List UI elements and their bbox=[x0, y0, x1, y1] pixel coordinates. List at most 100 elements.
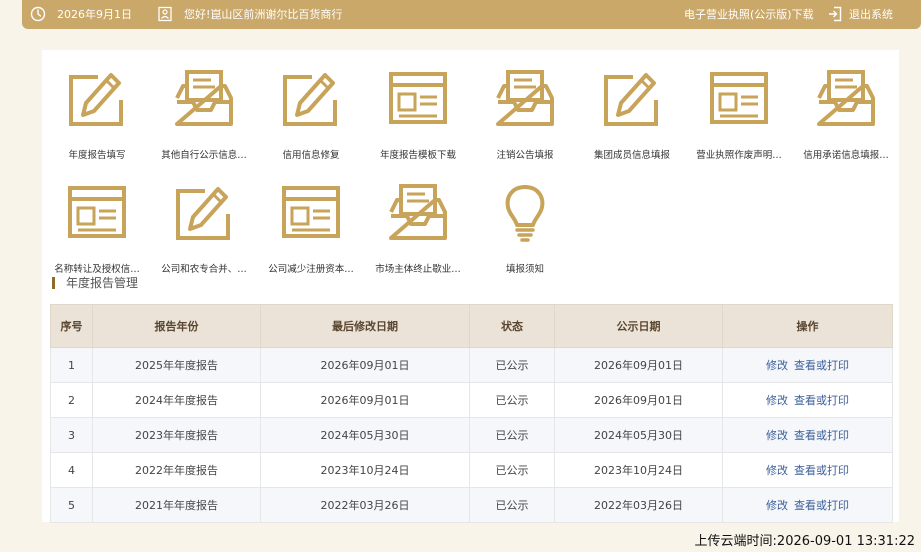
inbox-tray-icon bbox=[175, 70, 233, 126]
table-row: 4 2022年年度报告 2023年10月24日 已公示 2023年10月24日 … bbox=[50, 452, 893, 488]
edit-form-icon bbox=[604, 70, 661, 126]
col-header-actions: 操作 bbox=[722, 304, 893, 348]
col-header-status: 状态 bbox=[469, 304, 555, 348]
cell-modified: 2024年05月30日 bbox=[260, 417, 470, 453]
cell-no: 3 bbox=[50, 417, 93, 453]
tile-label: 公司减少注册资本… bbox=[268, 264, 354, 275]
tile-capital-reduction[interactable]: 公司减少注册资本… bbox=[256, 184, 366, 284]
view-print-link[interactable]: 查看或打印 bbox=[794, 464, 849, 477]
cell-published: 2024年05月30日 bbox=[554, 417, 723, 453]
tile-label: 其他自行公示信息… bbox=[161, 150, 247, 161]
annual-report-section-title: 年度报告管理 bbox=[52, 276, 138, 290]
browser-form-icon bbox=[710, 72, 768, 124]
tile-credit-repair[interactable]: 信用信息修复 bbox=[256, 70, 366, 170]
browser-form-icon bbox=[282, 186, 340, 238]
license-download-link[interactable]: 电子营业执照(公示版)下载 bbox=[684, 0, 814, 29]
tile-label: 市场主体终止歇业… bbox=[375, 264, 461, 275]
view-print-link[interactable]: 查看或打印 bbox=[794, 429, 849, 442]
inbox-tray-icon bbox=[389, 184, 447, 240]
edit-link[interactable]: 修改 bbox=[766, 499, 788, 512]
tile-deregistration-notice[interactable]: 注销公告填报 bbox=[470, 70, 580, 170]
section-marker bbox=[52, 277, 55, 289]
cell-year: 2023年年度报告 bbox=[92, 417, 261, 453]
greeting-text: 您好!崑山区前洲谢尔比百货商行 bbox=[184, 8, 343, 21]
tile-company-merger[interactable]: 公司和农专合并、… bbox=[149, 184, 259, 284]
view-print-link[interactable]: 查看或打印 bbox=[794, 394, 849, 407]
clock-icon bbox=[30, 6, 46, 22]
col-header-modified: 最后修改日期 bbox=[260, 304, 470, 348]
edit-link[interactable]: 修改 bbox=[766, 394, 788, 407]
cell-actions: 修改 查看或打印 bbox=[722, 487, 893, 523]
cell-actions: 修改 查看或打印 bbox=[722, 452, 893, 488]
table-row: 1 2025年年度报告 2026年09月01日 已公示 2026年09月01日 … bbox=[50, 347, 893, 383]
cell-status: 已公示 bbox=[469, 347, 555, 383]
section-title-text: 年度报告管理 bbox=[66, 276, 139, 290]
cell-published: 2023年10月24日 bbox=[554, 452, 723, 488]
col-header-no: 序号 bbox=[50, 304, 93, 348]
table-row: 5 2021年年度报告 2022年03月26日 已公示 2022年03月26日 … bbox=[50, 487, 893, 523]
browser-form-icon bbox=[389, 72, 447, 124]
date-text: 2026年9月1日 bbox=[57, 8, 132, 21]
edit-form-icon bbox=[176, 184, 233, 240]
tile-group-member-info[interactable]: 集团成员信息填报 bbox=[577, 70, 687, 170]
inbox-tray-icon bbox=[496, 70, 554, 126]
cell-published: 2026年09月01日 bbox=[554, 382, 723, 418]
user-card-icon bbox=[158, 6, 172, 22]
cell-status: 已公示 bbox=[469, 417, 555, 453]
cell-published: 2022年03月26日 bbox=[554, 487, 723, 523]
tile-license-void-statement[interactable]: 营业执照作废声明… bbox=[684, 70, 794, 170]
tile-label: 名称转让及授权信… bbox=[54, 264, 140, 275]
greeting-display: 您好!崑山区前洲谢尔比百货商行 bbox=[157, 0, 342, 29]
cell-status: 已公示 bbox=[469, 487, 555, 523]
tile-label: 公司和农专合并、… bbox=[161, 264, 247, 275]
cell-year: 2022年年度报告 bbox=[92, 452, 261, 488]
tile-business-termination[interactable]: 市场主体终止歇业… bbox=[363, 184, 473, 284]
table-header-row: 序号 报告年份 最后修改日期 状态 公示日期 操作 bbox=[50, 304, 893, 348]
tile-label: 年度报告填写 bbox=[68, 150, 126, 161]
tile-filing-instructions[interactable]: 填报须知 bbox=[470, 184, 580, 284]
cell-year: 2025年年度报告 bbox=[92, 347, 261, 383]
cell-year: 2024年年度报告 bbox=[92, 382, 261, 418]
inbox-tray-icon bbox=[817, 70, 875, 126]
cell-status: 已公示 bbox=[469, 452, 555, 488]
tile-name-transfer[interactable]: 名称转让及授权信… bbox=[42, 184, 152, 284]
annual-report-table: 序号 报告年份 最后修改日期 状态 公示日期 操作 1 2025年年度报告 20… bbox=[50, 304, 893, 523]
edit-link[interactable]: 修改 bbox=[766, 429, 788, 442]
edit-form-icon bbox=[69, 70, 126, 126]
cell-actions: 修改 查看或打印 bbox=[722, 417, 893, 453]
logout-icon bbox=[829, 6, 842, 22]
browser-form-icon bbox=[68, 186, 126, 238]
tile-credit-commitment[interactable]: 信用承诺信息填报… bbox=[791, 70, 901, 170]
cell-year: 2021年年度报告 bbox=[92, 487, 261, 523]
cell-actions: 修改 查看或打印 bbox=[722, 382, 893, 418]
view-print-link[interactable]: 查看或打印 bbox=[794, 359, 849, 372]
cell-no: 2 bbox=[50, 382, 93, 418]
tile-label: 集团成员信息填报 bbox=[593, 150, 670, 161]
table-row: 2 2024年年度报告 2026年09月01日 已公示 2026年09月01日 … bbox=[50, 382, 893, 418]
cell-status: 已公示 bbox=[469, 382, 555, 418]
edit-link[interactable]: 修改 bbox=[766, 359, 788, 372]
main-panel: 年度报告填写 其他自行公示信息… 信用信息修复 年度报告模板下载 注销公告填报 … bbox=[42, 50, 901, 523]
tile-label: 填报须知 bbox=[505, 264, 544, 275]
tile-other-public-info[interactable]: 其他自行公示信息… bbox=[149, 70, 259, 170]
top-bar: 2026年9月1日 您好!崑山区前洲谢尔比百货商行 电子营业执照(公示版)下载 … bbox=[22, 0, 921, 29]
logout-button[interactable]: 退出系统 bbox=[828, 0, 893, 29]
table-row: 3 2023年年度报告 2024年05月30日 已公示 2024年05月30日 … bbox=[50, 417, 893, 453]
edit-form-icon bbox=[283, 70, 340, 126]
col-header-year: 报告年份 bbox=[92, 304, 261, 348]
tile-label: 信用信息修复 bbox=[282, 150, 340, 161]
col-header-published: 公示日期 bbox=[554, 304, 723, 348]
edit-link[interactable]: 修改 bbox=[766, 464, 788, 477]
cell-no: 4 bbox=[50, 452, 93, 488]
view-print-link[interactable]: 查看或打印 bbox=[794, 499, 849, 512]
tile-label: 年度报告模板下载 bbox=[379, 150, 456, 161]
tile-template-download[interactable]: 年度报告模板下载 bbox=[363, 70, 473, 170]
cell-published: 2026年09月01日 bbox=[554, 347, 723, 383]
cell-no: 1 bbox=[50, 347, 93, 383]
cell-modified: 2023年10月24日 bbox=[260, 452, 470, 488]
date-display: 2026年9月1日 bbox=[30, 0, 132, 29]
cell-actions: 修改 查看或打印 bbox=[722, 347, 893, 383]
lightbulb-icon bbox=[505, 185, 545, 242]
tile-label: 注销公告填报 bbox=[496, 150, 554, 161]
tile-annual-report-fill[interactable]: 年度报告填写 bbox=[42, 70, 152, 170]
